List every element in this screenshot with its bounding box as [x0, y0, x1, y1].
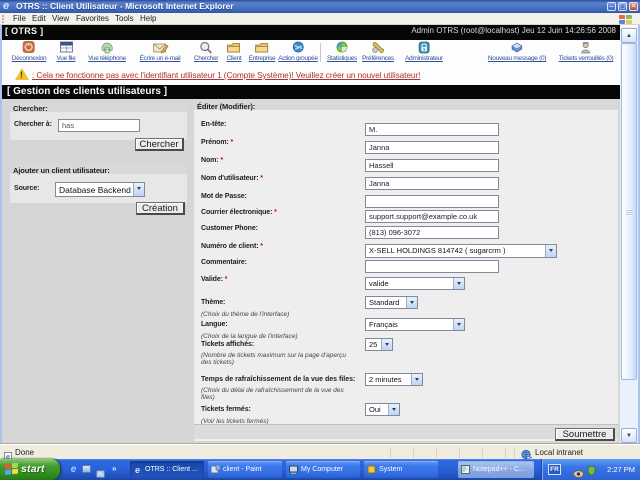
svg-text:e: e [135, 465, 140, 474]
